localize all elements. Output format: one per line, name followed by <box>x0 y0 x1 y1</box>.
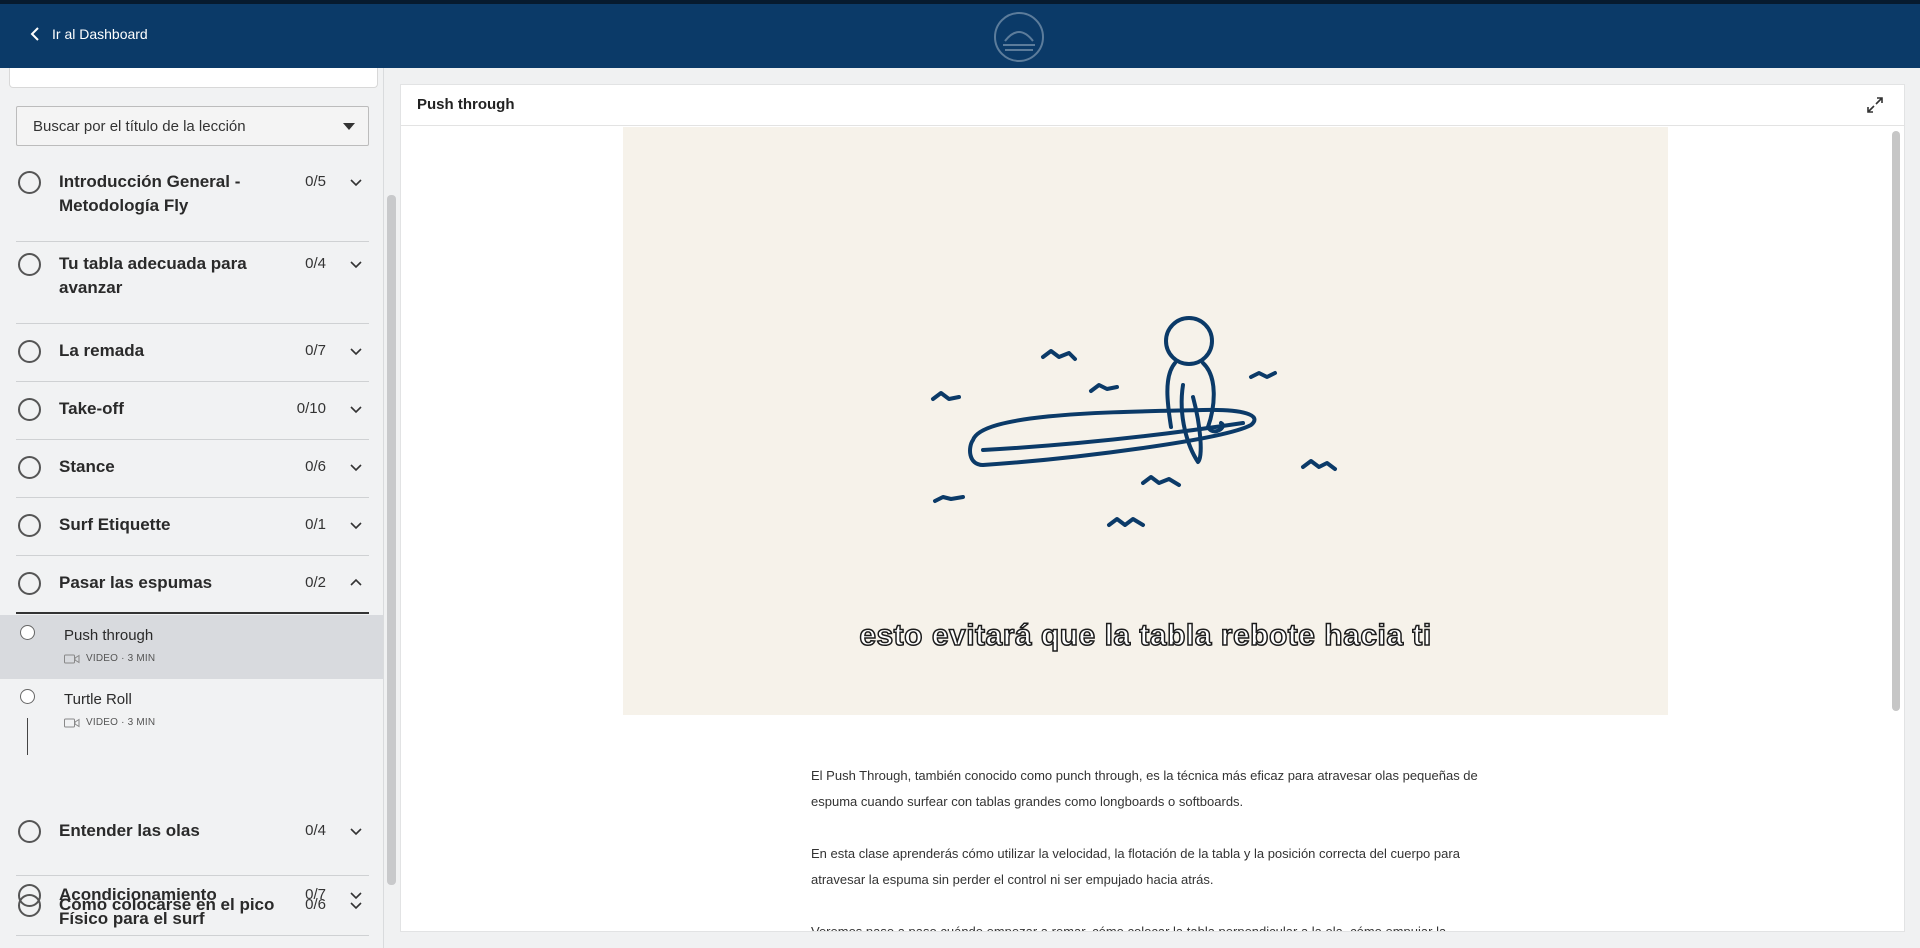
chevron-down-icon <box>350 406 362 414</box>
section-tu-tabla[interactable]: Tu tabla adecuada para avanzar 0/4 <box>16 242 369 324</box>
section-title: Tu tabla adecuada para avanzar <box>59 254 247 297</box>
lesson-title: Turtle Roll <box>64 691 132 708</box>
section-title: La remada <box>59 341 145 360</box>
progress-circle-icon <box>18 514 41 537</box>
section-title: Acondicionamiento Físico para el surf <box>59 885 217 928</box>
video-camera-icon <box>64 718 80 727</box>
video-player[interactable]: esto evitará que la tabla rebote hacia t… <box>623 127 1668 715</box>
lesson-title: Push through <box>64 627 154 644</box>
back-to-dashboard-link[interactable]: Ir al Dashboard <box>30 26 148 42</box>
video-camera-icon <box>64 654 80 663</box>
section-count: 0/7 <box>305 342 326 359</box>
section-title: Surf Etiquette <box>59 515 171 534</box>
sidebar-scrollbar[interactable] <box>387 195 396 885</box>
progress-circle-icon <box>18 820 41 843</box>
sidebar-top-card <box>9 68 378 88</box>
lesson-progress-circle-icon <box>20 625 35 640</box>
lesson-meta: VIDEO · 3 MIN <box>64 653 155 664</box>
section-count: 0/4 <box>305 822 326 839</box>
section-la-remada[interactable]: La remada 0/7 <box>16 324 369 382</box>
section-count: 0/7 <box>305 886 326 903</box>
section-stance[interactable]: Stance 0/6 <box>16 440 369 498</box>
lesson-meta-text: VIDEO · 3 MIN <box>86 653 156 664</box>
lesson-description-paragraph: Veremos paso a paso cuándo empezar a rem… <box>811 924 1447 932</box>
chevron-down-icon <box>350 261 362 269</box>
lesson-push-through[interactable]: Push through VIDEO · 3 MIN <box>0 615 383 679</box>
lesson-content-panel: Push through esto evitará que la tabla r… <box>400 84 1905 932</box>
section-acondicionamiento-fisico[interactable]: Acondicionamiento Físico para el surf 0/… <box>16 878 369 948</box>
caret-down-icon <box>343 123 355 130</box>
chevron-down-icon <box>350 828 362 836</box>
section-pasar-las-espumas[interactable]: Pasar las espumas 0/2 <box>16 556 369 614</box>
top-navigation-bar: Ir al Dashboard <box>0 0 1920 68</box>
chevron-down-icon <box>350 464 362 472</box>
lesson-heading: Push through <box>417 96 515 113</box>
section-surf-etiquette[interactable]: Surf Etiquette 0/1 <box>16 498 369 556</box>
lesson-turtle-roll[interactable]: Turtle Roll VIDEO · 3 MIN <box>0 679 383 743</box>
content-scrollbar[interactable] <box>1892 131 1900 711</box>
section-entender-las-olas[interactable]: Entender las olas 0/4 <box>16 818 369 876</box>
lesson-meta: VIDEO · 3 MIN <box>64 717 155 728</box>
chevron-down-icon <box>350 892 362 900</box>
section-title: Pasar las espumas <box>59 573 213 592</box>
section-take-off[interactable]: Take-off 0/10 <box>16 382 369 440</box>
chevron-down-icon <box>350 179 362 187</box>
back-link-label: Ir al Dashboard <box>52 26 148 42</box>
progress-circle-icon <box>18 171 41 194</box>
lesson-search-select[interactable]: Buscar por el título de la lección <box>16 106 369 146</box>
section-title: Take-off <box>59 399 124 418</box>
expand-icon[interactable] <box>1866 96 1884 114</box>
video-subtitle: esto evitará que la tabla rebote hacia t… <box>859 618 1432 653</box>
content-header: Push through <box>401 85 1904 126</box>
section-title: Stance <box>59 457 115 476</box>
section-title: Entender las olas <box>59 821 200 840</box>
chevron-down-icon <box>350 348 362 356</box>
section-title: Introducción General - Metodología Fly <box>59 172 241 215</box>
section-count: 0/5 <box>305 173 326 190</box>
section-count: 0/2 <box>305 574 326 591</box>
brand-logo <box>994 12 1044 62</box>
progress-circle-icon <box>18 572 41 595</box>
chevron-up-icon <box>350 578 362 586</box>
section-count: 0/6 <box>305 458 326 475</box>
progress-circle-icon <box>18 340 41 363</box>
lesson-progress-circle-icon <box>20 689 35 704</box>
lesson-description-paragraph: El Push Through, también conocido como p… <box>811 768 1478 809</box>
chevron-left-icon <box>30 27 39 41</box>
progress-circle-icon <box>18 456 41 479</box>
section-count: 0/10 <box>296 400 326 417</box>
progress-circle-icon <box>18 398 41 421</box>
lesson-meta-text: VIDEO · 3 MIN <box>86 717 156 728</box>
progress-circle-icon <box>18 253 41 276</box>
progress-circle-icon <box>18 884 41 907</box>
course-sidebar: Buscar por el título de la lección Intro… <box>0 68 384 948</box>
chevron-down-icon <box>350 522 362 530</box>
section-count: 0/4 <box>305 255 326 272</box>
lesson-search-placeholder: Buscar por el título de la lección <box>33 117 246 135</box>
lesson-description-paragraph: En esta clase aprenderás cómo utilizar l… <box>811 846 1460 887</box>
section-introduccion-general[interactable]: Introducción General - Metodología Fly 0… <box>16 160 369 242</box>
section-count: 0/1 <box>305 516 326 533</box>
